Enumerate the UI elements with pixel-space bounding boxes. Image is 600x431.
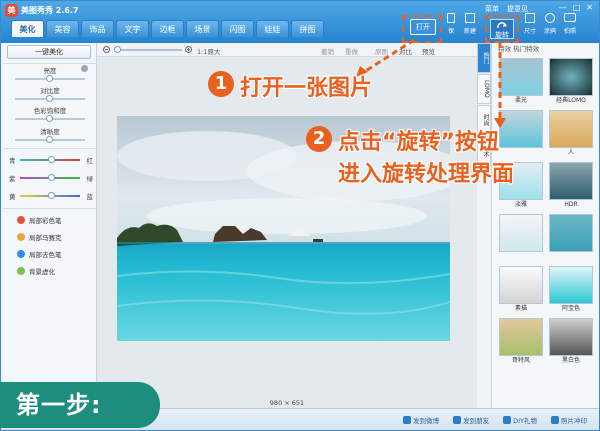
step-number-1: 1	[208, 71, 234, 97]
step-label-badge: 第一步:	[0, 382, 160, 428]
annotation-arrows	[356, 38, 506, 128]
step-number-2: 2	[306, 126, 332, 152]
arrow-to-open	[363, 38, 415, 74]
step-2-text-line1: 点击“旋转”按钮	[338, 130, 499, 155]
step-2-text-line2: 进入旋转处理界面	[338, 162, 515, 187]
step-1-text: 打开一张图片	[240, 76, 373, 101]
